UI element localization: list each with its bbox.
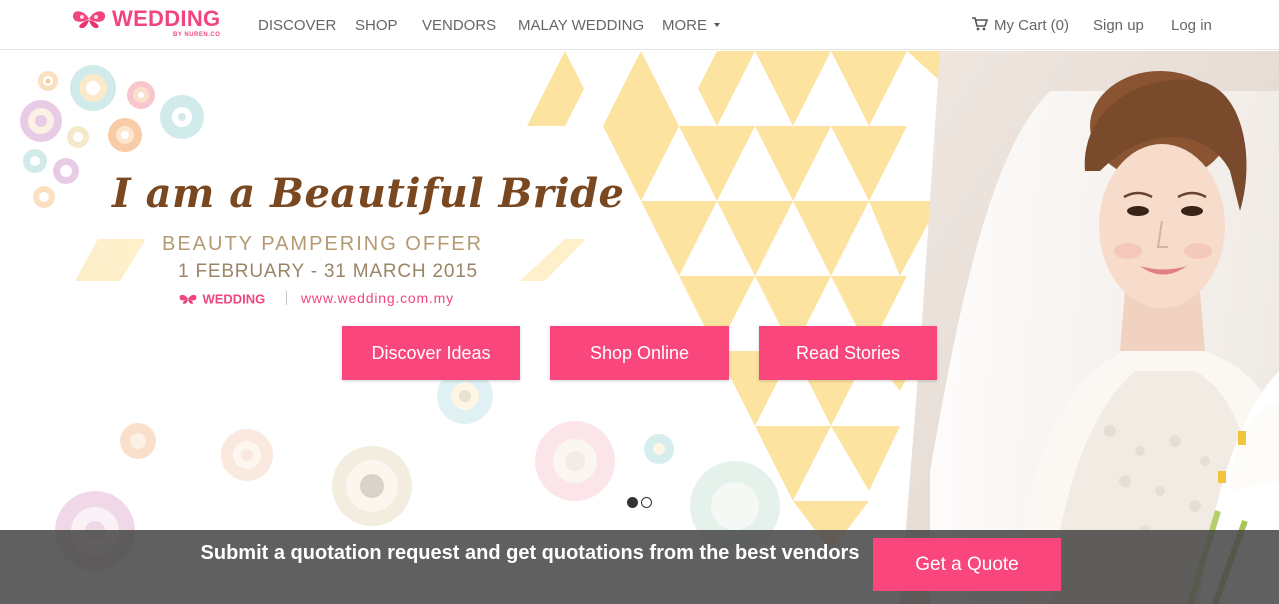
nav-shop[interactable]: SHOP — [355, 16, 398, 36]
nav-discover[interactable]: DISCOVER — [258, 16, 336, 36]
nav-malay-wedding[interactable]: MALAY WEDDING — [518, 16, 644, 36]
get-a-quote-button[interactable]: Get a Quote — [873, 538, 1061, 591]
banner-headline: I am a Beautiful Bride — [112, 170, 625, 217]
shop-online-button[interactable]: Shop Online — [550, 326, 729, 380]
brand-name: WEDDING — [112, 6, 221, 31]
carousel-dot-1[interactable] — [627, 497, 638, 508]
cart-label: My Cart (0) — [994, 17, 1069, 34]
banner-url: www.wedding.com.my — [301, 290, 454, 306]
nav-vendors[interactable]: VENDORS — [422, 16, 496, 36]
login-link[interactable]: Log in — [1171, 16, 1212, 36]
banner-brand-name: WEDDING — [202, 291, 266, 307]
hero-carousel: I am a Beautiful Bride BEAUTY PAMPERING … — [0, 51, 1279, 604]
bride-photo — [900, 51, 1279, 604]
caret-down-icon — [714, 23, 720, 28]
cart-link[interactable]: My Cart (0) — [972, 16, 1069, 36]
signup-link[interactable]: Sign up — [1093, 16, 1144, 36]
banner-dates: 1 FEBRUARY - 31 MARCH 2015 — [178, 261, 478, 282]
carousel-dot-2[interactable] — [641, 497, 652, 508]
read-stories-button[interactable]: Read Stories — [759, 326, 937, 380]
banner-brand-logo: WEDDING — [178, 290, 265, 308]
banner-offer: BEAUTY PAMPERING OFFER — [162, 233, 484, 255]
nav-more-label: MORE — [662, 17, 707, 34]
top-navbar: WEDDING BY NUREN.CO DISCOVER SHOP VENDOR… — [0, 0, 1279, 50]
butterfly-logo-icon — [179, 294, 197, 304]
quote-request-text: Submit a quotation request and get quota… — [200, 542, 860, 564]
quote-request-bar: Submit a quotation request and get quota… — [0, 530, 1279, 604]
wedding-logo[interactable]: WEDDING BY NUREN.CO — [70, 7, 230, 43]
butterfly-logo-icon — [72, 11, 106, 29]
discover-ideas-button[interactable]: Discover Ideas — [342, 326, 520, 380]
nav-more-dropdown[interactable]: MORE — [662, 16, 720, 36]
brand-tagline: BY NUREN.CO — [173, 32, 221, 38]
shopping-cart-icon — [972, 17, 988, 31]
banner-separator — [286, 291, 287, 305]
